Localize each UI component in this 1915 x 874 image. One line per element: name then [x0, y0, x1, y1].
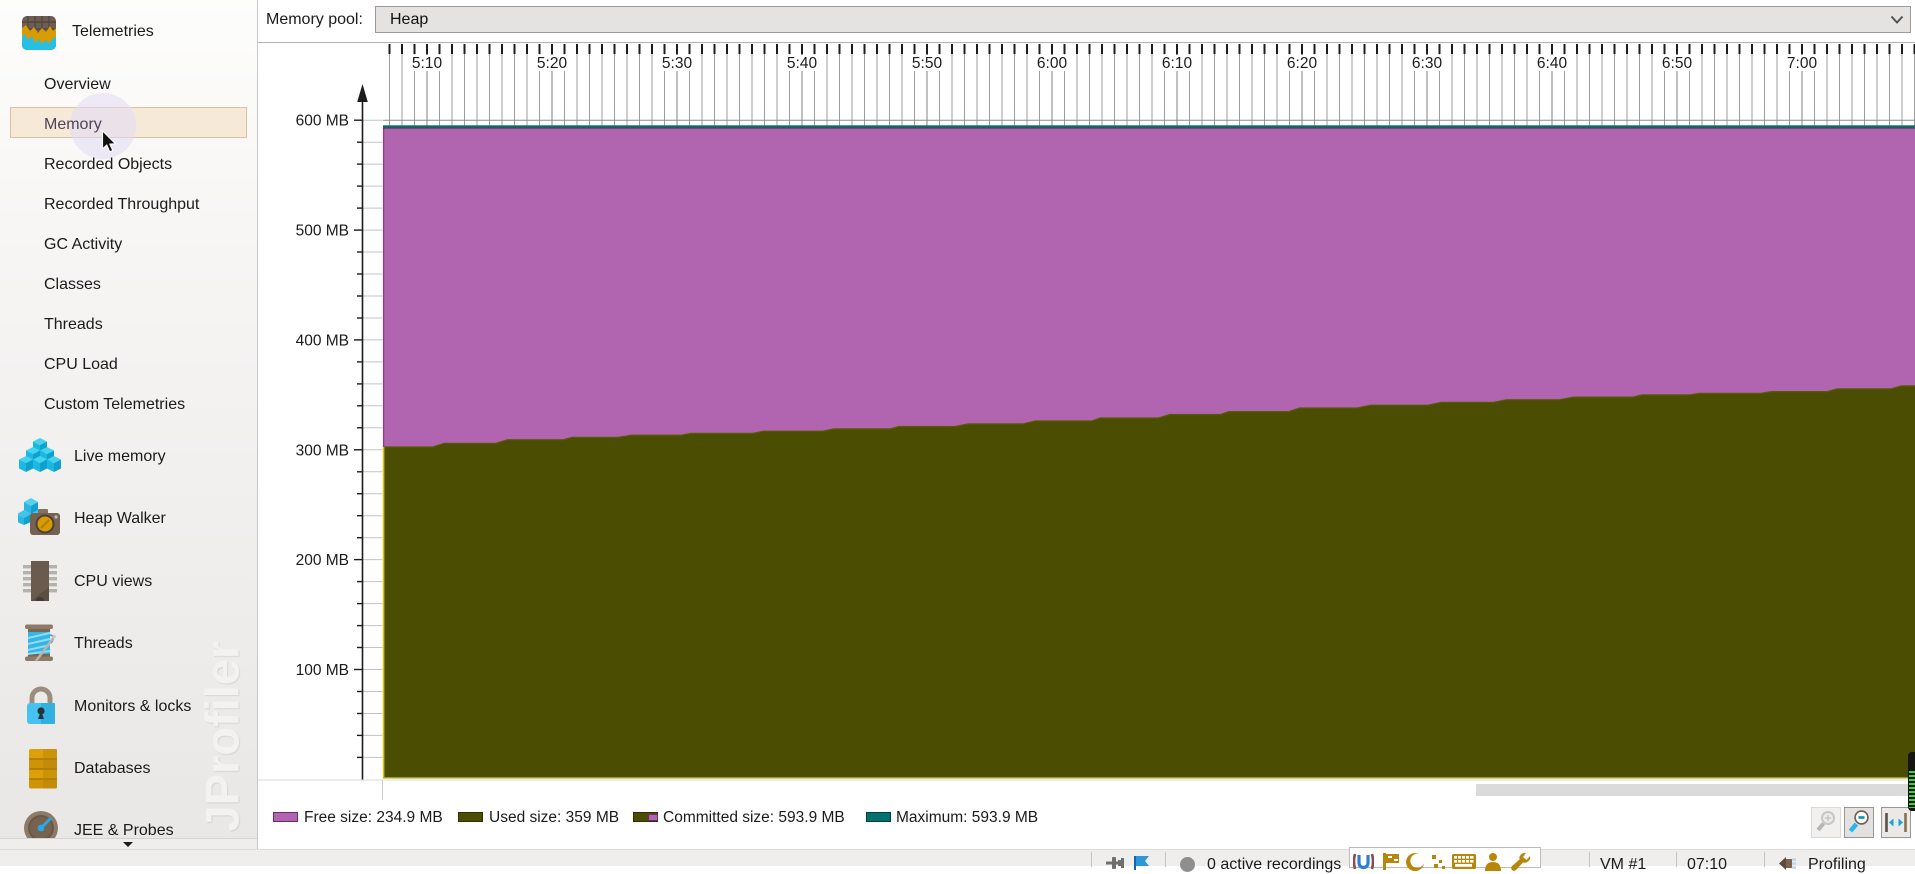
- svg-text:6:00: 6:00: [1037, 55, 1068, 72]
- svg-text:5:30: 5:30: [662, 55, 693, 72]
- svg-text:100 MB: 100 MB: [296, 662, 349, 679]
- svg-text:6:20: 6:20: [1287, 55, 1318, 72]
- svg-text:7:00: 7:00: [1787, 55, 1818, 72]
- svg-text:5:40: 5:40: [787, 55, 818, 72]
- svg-text:5:10: 5:10: [412, 55, 443, 72]
- svg-text:500 MB: 500 MB: [296, 223, 349, 240]
- svg-text:6:30: 6:30: [1412, 55, 1443, 72]
- svg-text:200 MB: 200 MB: [296, 552, 349, 569]
- svg-text:6:40: 6:40: [1537, 55, 1568, 72]
- svg-text:5:50: 5:50: [912, 55, 943, 72]
- svg-text:300 MB: 300 MB: [296, 442, 349, 459]
- svg-text:600 MB: 600 MB: [296, 113, 349, 130]
- svg-text:6:50: 6:50: [1662, 55, 1693, 72]
- svg-text:6:10: 6:10: [1162, 55, 1193, 72]
- svg-text:400 MB: 400 MB: [296, 332, 349, 349]
- svg-text:5:20: 5:20: [537, 55, 568, 72]
